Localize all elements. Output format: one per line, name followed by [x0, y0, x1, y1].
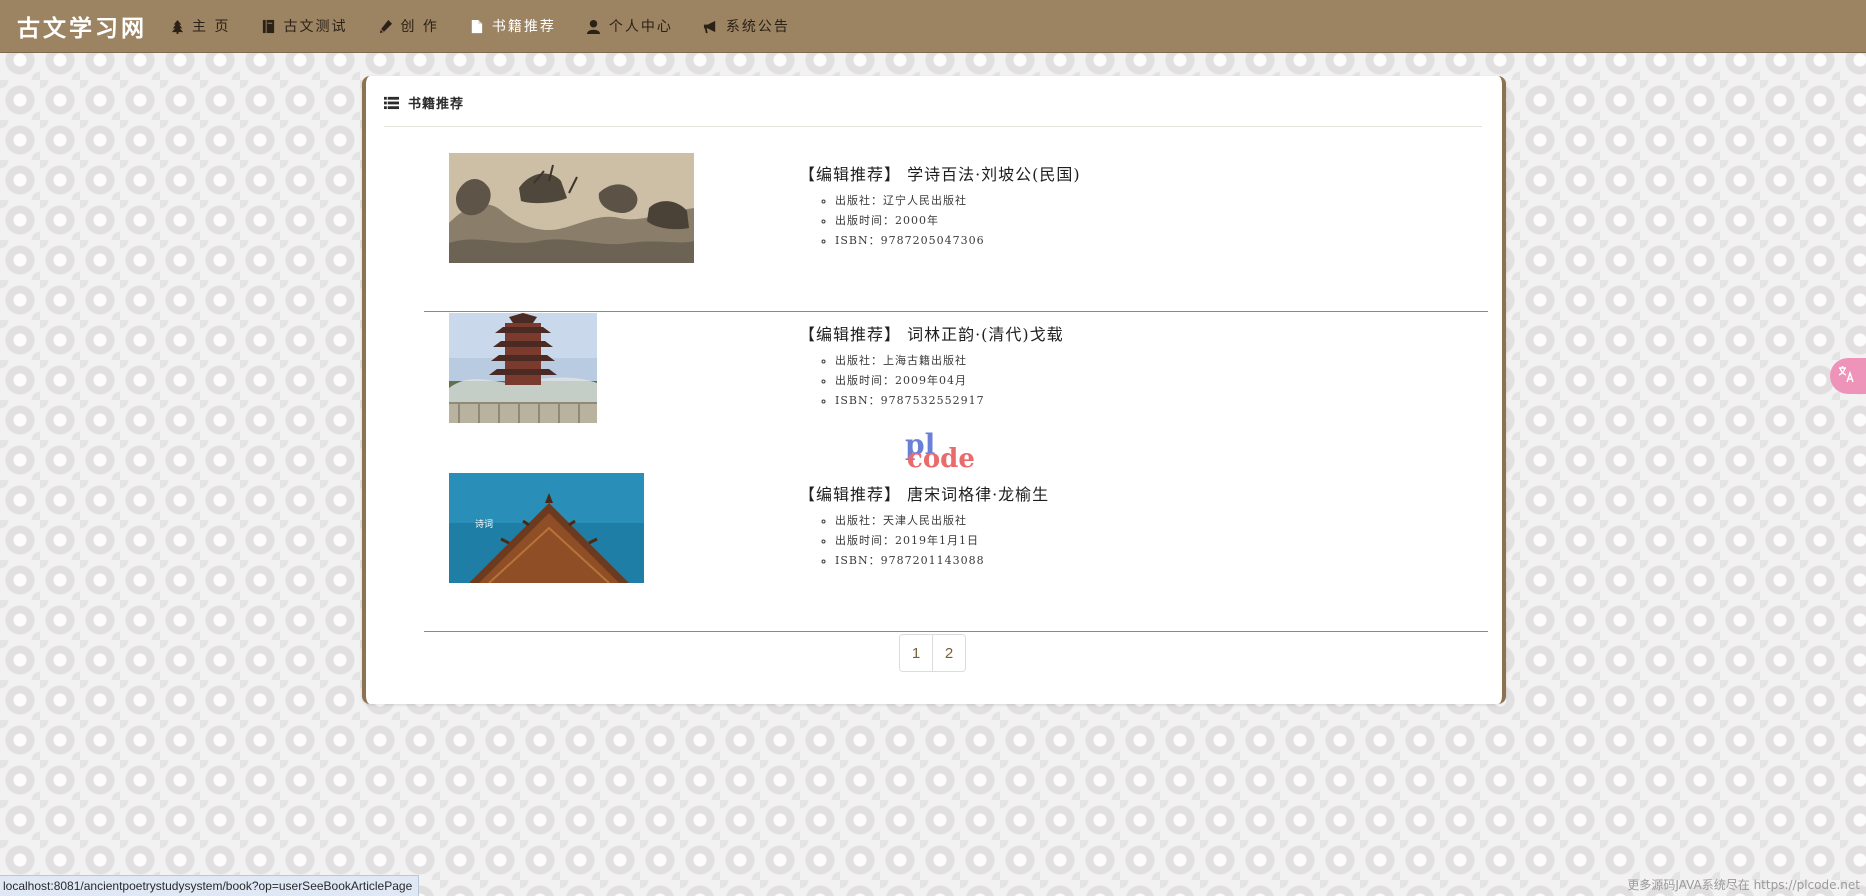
svg-text:诗词: 诗词: [475, 519, 493, 530]
book-publisher: 出版社：上海古籍出版社: [835, 351, 1064, 371]
book-title[interactable]: 【编辑推荐】 唐宋词格律·龙榆生: [799, 481, 1049, 505]
watermark-line2: code: [907, 444, 975, 474]
translate-widget[interactable]: [1830, 358, 1866, 394]
book-date: 出版时间：2019年1月1日: [835, 531, 1049, 551]
page-button-1[interactable]: 1: [900, 635, 932, 671]
translate-icon: [1837, 365, 1855, 387]
book-meta-list: 出版社：辽宁人民出版社 出版时间：2000年 ISBN：978720504730…: [799, 191, 1081, 251]
book-publisher: 出版社：天津人民出版社: [835, 511, 1049, 531]
book-icon: [260, 18, 276, 34]
site-watermark: pl code: [905, 428, 975, 478]
yellow-crane-tower-image[interactable]: [449, 313, 597, 423]
nav-item-test[interactable]: 古文测试: [260, 16, 347, 36]
nav-label: 古文测试: [283, 19, 348, 35]
nav-item-profile[interactable]: 个人中心: [586, 16, 673, 36]
book-title[interactable]: 【编辑推荐】 词林正韵·(清代)戈载: [799, 321, 1064, 345]
page-button-2[interactable]: 2: [932, 635, 965, 671]
list-icon: [384, 93, 399, 110]
panel-header: 书籍推荐: [384, 93, 1482, 127]
palace-roof-image[interactable]: 诗词: [449, 473, 644, 583]
nav-item-notice[interactable]: 系统公告: [703, 16, 790, 36]
user-icon: [586, 18, 602, 34]
book-item: 【编辑推荐】 学诗百法·刘坡公(民国) 出版社：辽宁人民出版社 出版时间：200…: [424, 153, 1488, 312]
book-date: 出版时间：2000年: [835, 211, 1081, 231]
pagination: 1 2: [899, 634, 966, 672]
nav-label: 系统公告: [725, 19, 790, 35]
site-brand[interactable]: 古文学习网: [17, 9, 147, 43]
book-title[interactable]: 【编辑推荐】 学诗百法·刘坡公(民国): [799, 161, 1081, 185]
book-meta-list: 出版社：天津人民出版社 出版时间：2019年1月1日 ISBN：97872011…: [799, 511, 1049, 571]
landscape-painting-image[interactable]: [449, 153, 694, 263]
nav-label: 书籍推荐: [491, 19, 556, 35]
nav-item-home[interactable]: 主 页: [169, 16, 230, 36]
nav-label: 创 作: [400, 19, 439, 35]
nav-item-create[interactable]: 创 作: [377, 16, 438, 36]
book-date: 出版时间：2009年04月: [835, 371, 1064, 391]
book-isbn: ISBN：9787201143088: [835, 551, 1049, 571]
pencil-icon: [377, 18, 393, 34]
book-info: 【编辑推荐】 词林正韵·(清代)戈载 出版社：上海古籍出版社 出版时间：2009…: [799, 321, 1064, 411]
file-icon: [469, 18, 485, 34]
book-isbn: ISBN：9787205047306: [835, 231, 1081, 251]
book-info: 【编辑推荐】 唐宋词格律·龙榆生 出版社：天津人民出版社 出版时间：2019年1…: [799, 481, 1049, 571]
tree-icon: [169, 18, 185, 34]
top-navbar: 古文学习网 主 页 古文测试 创 作 书籍推荐 个人中心 系统公告: [0, 0, 1866, 53]
book-recommendation-panel: 书籍推荐 【编辑推荐】 学诗百法·刘坡公(民国) 出版社：辽宁人民出版社 出版时…: [362, 76, 1506, 704]
nav-label: 个人中心: [608, 19, 673, 35]
book-meta-list: 出版社：上海古籍出版社 出版时间：2009年04月 ISBN：978753255…: [799, 351, 1064, 411]
nav-label: 主 页: [192, 19, 231, 35]
book-info: 【编辑推荐】 学诗百法·刘坡公(民国) 出版社：辽宁人民出版社 出版时间：200…: [799, 161, 1081, 251]
browser-status-bar: localhost:8081/ancientpoetrystudysystem/…: [0, 875, 420, 896]
nav-item-books[interactable]: 书籍推荐: [469, 16, 556, 36]
footer-note: 更多源码JAVA系统尽在 https://plcode.net: [1627, 878, 1860, 892]
bullhorn-icon: [703, 18, 719, 34]
book-publisher: 出版社：辽宁人民出版社: [835, 191, 1081, 211]
panel-title: 书籍推荐: [408, 97, 465, 112]
book-isbn: ISBN：9787532552917: [835, 391, 1064, 411]
book-item: 诗词 【编辑推荐】 唐宋词格律·龙榆生 出版社：天津人民出版社 出版时间：201…: [424, 473, 1488, 632]
